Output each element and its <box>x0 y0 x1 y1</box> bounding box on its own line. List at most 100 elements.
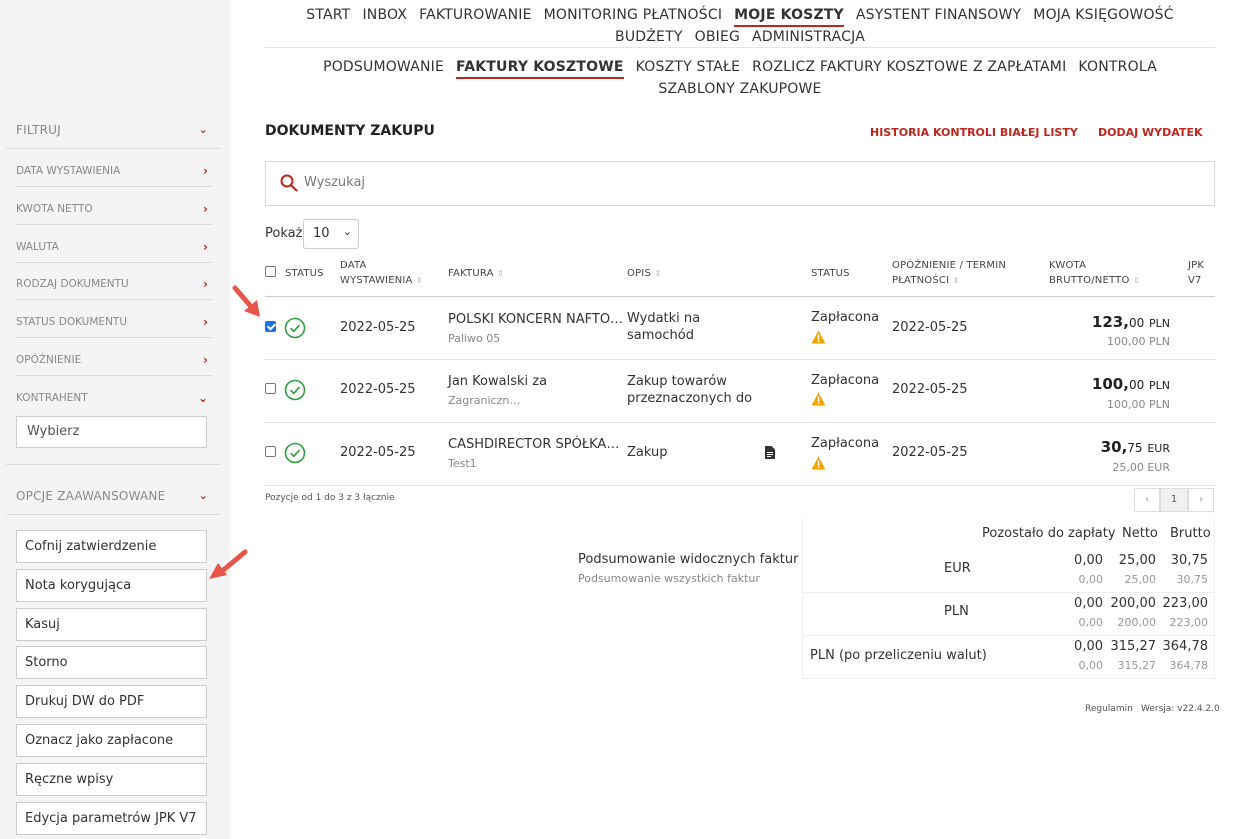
page-size-label: Pokaż <box>265 226 303 241</box>
summary-divider <box>802 635 1215 636</box>
correction-note-button[interactable]: Nota korygująca <box>16 569 207 602</box>
positions-info: Pozycje od 1 do 3 z 3 łącznie <box>265 493 395 503</box>
nav-finance-assistant[interactable]: ASYSTENT FINANSOWY <box>856 7 1021 25</box>
storno-button[interactable]: Storno <box>16 646 207 679</box>
row-checkbox[interactable] <box>265 321 276 332</box>
summary-all-label: Podsumowanie wszystkich faktur <box>578 572 760 585</box>
summary-header-net: Netto <box>1122 526 1158 541</box>
row-invoice[interactable]: POLSKI KONCERN NAFTO… <box>448 312 623 327</box>
filter-currency[interactable]: WALUTA › <box>16 240 212 263</box>
filter-label: STATUS DOKUMENTU <box>16 316 128 328</box>
row-checkbox[interactable] <box>265 446 276 457</box>
summary-currency: PLN (po przeliczeniu walut) <box>810 648 987 663</box>
filter-label: RODZAJ DOKUMENTU <box>16 278 129 290</box>
nav-payment-monitoring[interactable]: MONITORING PŁATNOŚCI <box>544 7 723 25</box>
row-invoice-sub: Test1 <box>448 457 477 470</box>
chevron-down-icon: ⌄ <box>198 123 208 136</box>
row-status: Zapłacona <box>811 310 880 325</box>
advanced-header[interactable]: OPCJE ZAAWANSOWANE ⌄ <box>16 489 212 511</box>
col-delay[interactable]: OPÓŹNIENIE / TERMIN PŁATNOŚCI ⇕ <box>892 258 1006 288</box>
summary-net-all: 315,27 <box>1117 659 1157 672</box>
nav-budgets[interactable]: BUDŻETY <box>615 29 683 47</box>
row-invoice-sub: Zagraniczn… <box>448 394 521 407</box>
manual-entries-button[interactable]: Ręczne wpisy <box>16 763 207 796</box>
filter-doc-type[interactable]: RODZAJ DOKUMENTU › <box>16 277 212 300</box>
select-all-checkbox[interactable] <box>265 266 276 277</box>
summary-gross: 30,75 <box>1170 553 1208 568</box>
delete-button[interactable]: Kasuj <box>16 608 207 641</box>
terms-link[interactable]: Regulamin <box>1085 704 1133 714</box>
filter-title: FILTRUJ <box>16 123 61 137</box>
nav-my-costs[interactable]: MOJE KOSZTY <box>734 7 844 27</box>
mark-paid-button[interactable]: Oznacz jako zapłacone <box>16 724 207 757</box>
subnav-cost-invoices[interactable]: FAKTURY KOSZTOWE <box>456 59 624 79</box>
row-status: Zapłacona <box>811 373 880 388</box>
row-net-amount: 100,00 PLN <box>1107 335 1170 348</box>
row-date: 2022-05-25 <box>340 320 416 335</box>
summary-gross: 223,00 <box>1162 596 1209 611</box>
col-jpk[interactable]: JPK V7 <box>1188 258 1204 288</box>
summary-remaining-all: 0,00 <box>1078 659 1104 672</box>
filter-contractor[interactable]: KONTRAHENT ⌄ <box>16 391 212 414</box>
filter-doc-status[interactable]: STATUS DOKUMENTU › <box>16 315 212 338</box>
pager-next-button[interactable]: › <box>1188 488 1214 512</box>
add-expense-link[interactable]: DODAJ WYDATEK <box>1098 126 1202 139</box>
contractor-select[interactable]: Wybierz <box>16 416 207 448</box>
pager-page-button[interactable]: 1 <box>1160 488 1188 512</box>
nav-workflow[interactable]: OBIEG <box>695 29 740 47</box>
summary-currency: EUR <box>944 561 971 576</box>
summary-visible-label: Podsumowanie widocznych faktur <box>578 552 799 567</box>
whitelist-history-link[interactable]: HISTORIA KONTROLI BIAŁEJ LISTY <box>870 126 1078 139</box>
filter-label: DATA WYSTAWIENIA <box>16 165 121 177</box>
subnav-control[interactable]: KONTROLA <box>1078 59 1157 77</box>
col-status-payment[interactable]: STATUS <box>811 266 850 281</box>
sidebar: FILTRUJ ⌄ DATA WYSTAWIENIA › KWOTA NETTO ›… <box>0 0 230 839</box>
col-description[interactable]: OPIS ⇕ <box>627 266 661 281</box>
subnav-purchase-templates[interactable]: SZABLONY ZAKUPOWE <box>658 81 821 99</box>
col-invoice[interactable]: FAKTURA ⇕ <box>448 266 504 281</box>
summary-gross-all: 364,78 <box>1169 659 1209 672</box>
subnav-summary[interactable]: PODSUMOWANIE <box>323 59 444 77</box>
row-divider <box>265 422 1215 423</box>
jpk-params-button[interactable]: Edycja parametrów JPK V7 <box>16 802 207 835</box>
undo-approval-button[interactable]: Cofnij zatwierdzenie <box>16 530 207 563</box>
col-date[interactable]: DATA WYSTAWIENIA ⇕ <box>340 258 423 288</box>
row-checkbox[interactable] <box>265 383 276 394</box>
pager-prev-button[interactable]: ‹ <box>1134 488 1160 512</box>
filter-date[interactable]: DATA WYSTAWIENIA › <box>16 164 212 187</box>
summary-remaining: 0,00 <box>1074 553 1103 568</box>
filter-header[interactable]: FILTRUJ ⌄ <box>16 123 212 145</box>
summary-gross-all: 223,00 <box>1169 616 1209 629</box>
warning-icon[interactable] <box>811 330 826 344</box>
col-amount[interactable]: KWOTA BRUTTO/NETTO ⇕ <box>1049 258 1140 288</box>
filter-delay[interactable]: OPÓŹNIENIE › <box>16 353 212 376</box>
document-icon[interactable] <box>765 446 775 459</box>
summary-gross-all: 30,75 <box>1176 573 1209 586</box>
warning-icon[interactable] <box>811 392 826 406</box>
nav-my-accounting[interactable]: MOJA KSIĘGOWOŚĆ <box>1033 7 1173 25</box>
advanced-title: OPCJE ZAAWANSOWANE <box>16 489 166 503</box>
nav-start[interactable]: START <box>306 7 350 25</box>
subnav-settle-invoices[interactable]: ROZLICZ FAKTURY KOSZTOWE Z ZAPŁATAMI <box>752 59 1066 77</box>
nav-invoicing[interactable]: FAKTUROWANIE <box>419 7 532 25</box>
nav-inbox[interactable]: INBOX <box>362 7 407 25</box>
row-desc-line1: Zakup <box>627 445 668 460</box>
search-box[interactable]: Wyszukaj <box>265 161 1215 206</box>
row-invoice[interactable]: CASHDIRECTOR SPÓŁKA… <box>448 437 619 452</box>
chevron-right-icon: › <box>203 277 208 291</box>
row-date: 2022-05-25 <box>340 382 416 397</box>
summary-net-all: 25,00 <box>1124 573 1157 586</box>
chevron-right-icon: › <box>203 353 208 367</box>
check-circle-icon <box>284 442 306 464</box>
row-due-date: 2022-05-25 <box>892 320 968 335</box>
filter-net-amount[interactable]: KWOTA NETTO › <box>16 202 212 225</box>
row-invoice[interactable]: Jan Kowalski za <box>448 374 547 389</box>
divider <box>6 464 220 465</box>
subnav-fixed-costs[interactable]: KOSZTY STAŁE <box>636 59 741 77</box>
page-size-select[interactable]: 10 ⌄ <box>303 219 359 249</box>
chevron-down-icon: ⌄ <box>197 391 208 405</box>
warning-icon[interactable] <box>811 456 826 470</box>
print-pdf-button[interactable]: Drukuj DW do PDF <box>16 685 207 718</box>
col-status[interactable]: STATUS <box>285 266 324 281</box>
nav-administration[interactable]: ADMINISTRACJA <box>752 29 865 47</box>
